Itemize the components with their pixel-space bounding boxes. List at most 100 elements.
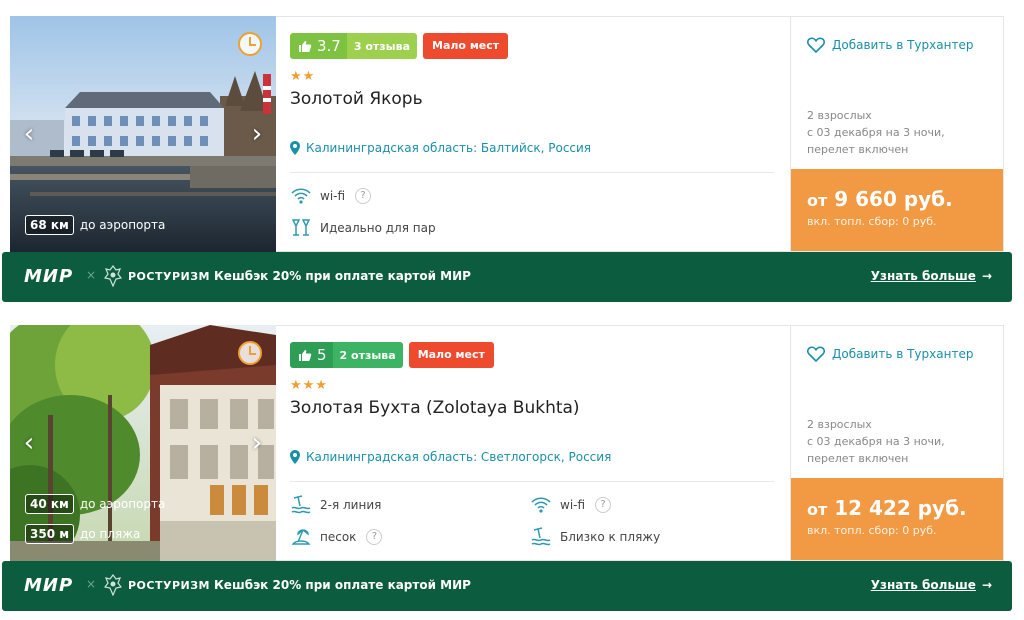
thumbs-up-icon: [299, 349, 312, 361]
feature-label: wi-fi: [560, 498, 586, 512]
distance-value: 40 км: [25, 494, 74, 514]
tour-details: 2 взрослых с 03 декабря на 3 ночи, перел…: [807, 416, 945, 467]
rating-badge[interactable]: 5 2 отзыва: [290, 342, 403, 368]
feature-beach-near: Близко к пляжу: [530, 526, 660, 548]
clock-icon: [238, 32, 262, 56]
arrow-right-icon: →: [981, 269, 992, 283]
tour-adults: 2 взрослых: [807, 109, 872, 122]
tour-adults: 2 взрослых: [807, 418, 872, 431]
wifi-icon: [291, 188, 311, 204]
tour-flight: перелет включен: [807, 452, 909, 465]
feature-label: 2-я линия: [320, 498, 382, 512]
hotel-location[interactable]: Калининградская область: Светлогорск, Ро…: [290, 450, 611, 464]
beach-near-icon: [531, 527, 551, 546]
rating-score: 3.7: [317, 37, 341, 55]
hotel-name[interactable]: Золотой Якорь: [290, 89, 423, 109]
rostourism-logo: РОСТУРИЗМ: [128, 579, 210, 592]
couple-icon: [291, 219, 311, 236]
arrow-right-icon: →: [981, 578, 992, 592]
distance-airport: 40 км до аэропорта: [25, 493, 165, 515]
location-text: Калининградская область: Балтийск, Росси…: [306, 141, 592, 155]
divider: [290, 172, 774, 173]
hotel-stars: ★★★: [290, 378, 328, 393]
help-icon[interactable]: ?: [595, 497, 612, 513]
distance-beach: 350 м до пляжа: [25, 523, 140, 545]
feature-sand: песок ?: [290, 526, 383, 548]
favorite-label: Добавить в Турхантер: [832, 38, 974, 52]
cashback-text: Кешбэк 20% при оплате картой МИР: [214, 578, 471, 592]
feature-label: Идеально для пар: [320, 221, 436, 235]
feature-label: wi-fi: [320, 189, 346, 203]
price-value: 12 422 руб.: [834, 496, 967, 520]
rostourism-emblem-icon: [104, 574, 122, 596]
add-favorite-button[interactable]: Добавить в Турхантер: [807, 346, 973, 362]
price-panel: Добавить в Турхантер 2 взрослых с 03 дек…: [790, 325, 1004, 561]
hotel-info: 5 2 отзыва Мало мест ★★★ Золотая Бухта (…: [276, 325, 790, 561]
clock-icon: [238, 341, 262, 365]
photo-next-arrow[interactable]: ›: [248, 120, 266, 148]
price-button[interactable]: от 12 422 руб. вкл. топл. сбор: 0 руб.: [791, 478, 1003, 560]
reviews-count: 2 отзыва: [332, 342, 403, 368]
help-icon[interactable]: ?: [366, 529, 383, 545]
tour-details: 2 взрослых с 03 декабря на 3 ночи, перел…: [807, 107, 945, 158]
price-from: от: [807, 500, 828, 519]
tour-dates: с 03 декабря на 3 ночи,: [807, 126, 945, 139]
price-panel: Добавить в Турхантер 2 взрослых с 03 дек…: [790, 16, 1004, 252]
learn-more-link[interactable]: Узнать больше →: [871, 578, 992, 592]
hotel-photo[interactable]: ‹ › 40 км до аэропорта 350 м до пляжа: [10, 325, 276, 561]
distance-value: 350 м: [25, 524, 75, 544]
reviews-count: 3 отзыва: [346, 33, 417, 59]
hotel-location[interactable]: Калининградская область: Балтийск, Росси…: [290, 141, 591, 155]
rating-badge[interactable]: 3.7 3 отзыва: [290, 33, 417, 59]
hotel-stars: ★★: [290, 69, 316, 84]
favorite-label: Добавить в Турхантер: [832, 347, 974, 361]
rostourism-emblem-icon: [104, 265, 122, 287]
location-pin-icon: [290, 141, 300, 155]
rating-score: 5: [317, 346, 327, 364]
distance-label: до пляжа: [80, 527, 141, 541]
feature-label: Близко к пляжу: [560, 530, 661, 544]
photo-prev-arrow[interactable]: ‹: [20, 429, 38, 457]
few-places-badge: Мало мест: [423, 33, 509, 59]
badges: 5 2 отзыва Мало мест: [290, 342, 494, 368]
price-note: вкл. топл. сбор: 0 руб.: [807, 524, 937, 537]
distance-value: 68 км: [25, 215, 74, 235]
feature-couples: Идеально для пар: [290, 217, 436, 239]
heart-icon: [807, 37, 825, 53]
photo-next-arrow[interactable]: ›: [248, 429, 266, 457]
promo-separator: ×: [86, 268, 97, 282]
distance-label: до аэропорта: [79, 497, 166, 511]
help-icon[interactable]: ?: [355, 188, 372, 204]
few-places-badge: Мало мест: [408, 342, 494, 368]
hotel-info: 3.7 3 отзыва Мало мест ★★ Золотой Якорь …: [276, 16, 790, 252]
price-value: 9 660 руб.: [834, 187, 953, 211]
feature-wifi: wi-fi ?: [530, 494, 612, 516]
mir-promo-banner: МИР × РОСТУРИЗМ Кешбэк 20% при оплате ка…: [2, 561, 1012, 611]
divider: [290, 481, 774, 482]
learn-more-link[interactable]: Узнать больше →: [871, 269, 992, 283]
rostourism-logo: РОСТУРИЗМ: [128, 270, 210, 283]
hotel-photo[interactable]: ‹ › 68 км до аэропорта: [10, 16, 276, 252]
cashback-text: Кешбэк 20% при оплате картой МИР: [214, 269, 471, 283]
location-text: Калининградская область: Светлогорск, Ро…: [306, 450, 612, 464]
tour-flight: перелет включен: [807, 143, 909, 156]
location-pin-icon: [290, 450, 300, 464]
mir-logo: МИР: [24, 266, 74, 287]
hotel-name[interactable]: Золотая Бухта (Zolotaya Bukhta): [290, 398, 580, 418]
hotel-card: ‹ › 68 км до аэропорта 3.7 3 отзыва Мало…: [2, 16, 1012, 302]
distance-airport: 68 км до аэропорта: [25, 214, 165, 236]
mir-logo: МИР: [24, 575, 74, 596]
feature-label: песок: [320, 530, 357, 544]
feature-wifi: wi-fi ?: [290, 185, 372, 207]
thumbs-up-icon: [299, 40, 312, 52]
wifi-icon: [531, 497, 551, 513]
price-note: вкл. топл. сбор: 0 руб.: [807, 215, 937, 228]
photo-prev-arrow[interactable]: ‹: [20, 120, 38, 148]
badges: 3.7 3 отзыва Мало мест: [290, 33, 509, 59]
sand-icon: [291, 529, 311, 545]
price-button[interactable]: от 9 660 руб. вкл. топл. сбор: 0 руб.: [791, 169, 1003, 251]
add-favorite-button[interactable]: Добавить в Турхантер: [807, 37, 973, 53]
tour-dates: с 03 декабря на 3 ночи,: [807, 435, 945, 448]
price-from: от: [807, 191, 828, 210]
distance-label: до аэропорта: [79, 218, 166, 232]
